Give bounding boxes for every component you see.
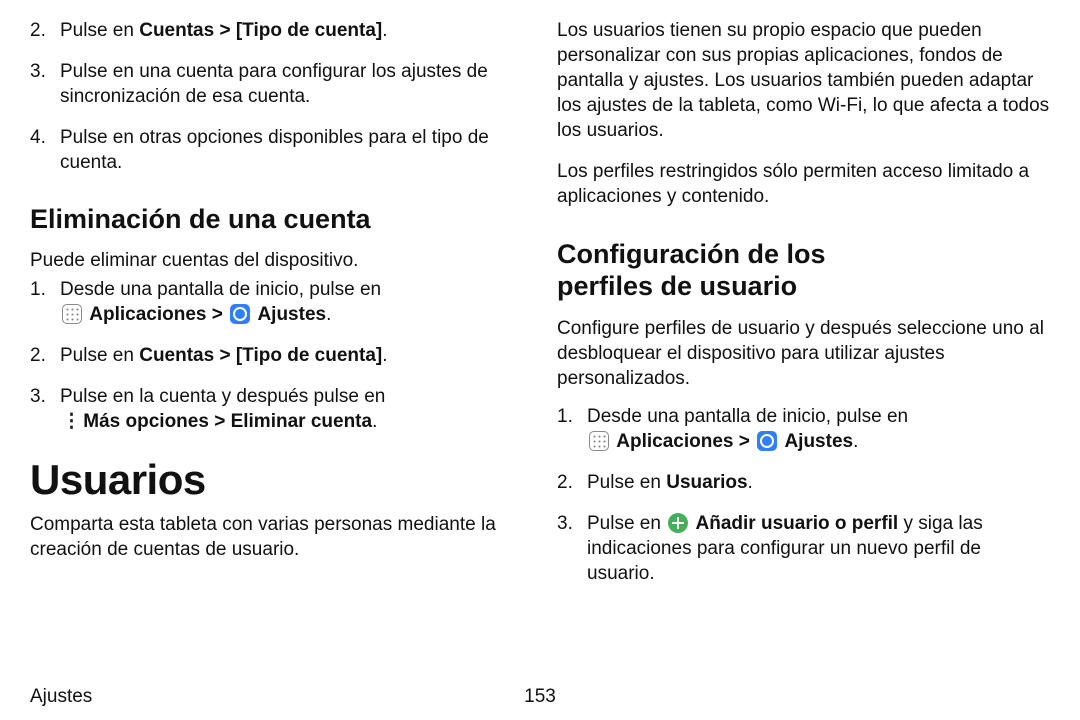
step-text: Desde una pantalla de inicio, pulse en A… xyxy=(60,277,381,327)
step-number: 4. xyxy=(30,125,60,175)
heading-user-profiles: Configuración de los perfiles de usuario xyxy=(557,238,1050,303)
two-column-layout: 2. Pulse en Cuentas > [Tipo de cuenta]. … xyxy=(30,18,1050,594)
step-text: Pulse en Cuentas > [Tipo de cuenta]. xyxy=(60,18,388,43)
right-column: Los usuarios tienen su propio espacio qu… xyxy=(557,18,1050,594)
list-item: 3. Pulse en la cuenta y después pulse en… xyxy=(30,384,523,434)
more-options-icon xyxy=(62,411,76,431)
intro-steps-continued: 2. Pulse en Cuentas > [Tipo de cuenta]. … xyxy=(30,18,523,175)
step-number: 3. xyxy=(557,511,587,586)
step-text: Pulse en Cuentas > [Tipo de cuenta]. xyxy=(60,343,388,368)
footer-page-number: 153 xyxy=(524,686,556,708)
list-item: 4. Pulse en otras opciones disponibles p… xyxy=(30,125,523,175)
footer-section-label: Ajustes xyxy=(30,686,92,708)
step-number: 1. xyxy=(30,277,60,327)
list-item: 2. Pulse en Usuarios. xyxy=(557,470,1050,495)
step-text: Pulse en Añadir usuario o perfil y siga … xyxy=(587,511,1050,586)
list-item: 3. Pulse en una cuenta para configurar l… xyxy=(30,59,523,109)
users-body-p1: Los usuarios tienen su propio espacio qu… xyxy=(557,18,1050,143)
profiles-steps: 1. Desde una pantalla de inicio, pulse e… xyxy=(557,404,1050,586)
list-item: 3. Pulse en Añadir usuario o perfil y si… xyxy=(557,511,1050,586)
remove-account-steps: 1. Desde una pantalla de inicio, pulse e… xyxy=(30,277,523,434)
users-body-p2: Los perfiles restringidos sólo permiten … xyxy=(557,159,1050,209)
step-number: 3. xyxy=(30,59,60,109)
list-item: 2. Pulse en Cuentas > [Tipo de cuenta]. xyxy=(30,18,523,43)
remove-intro-text: Puede eliminar cuentas del dispositivo. xyxy=(30,248,523,273)
step-text: Pulse en otras opciones disponibles para… xyxy=(60,125,523,175)
step-text: Pulse en la cuenta y después pulse en Má… xyxy=(60,384,385,434)
list-item: 2. Pulse en Cuentas > [Tipo de cuenta]. xyxy=(30,343,523,368)
manual-page: 2. Pulse en Cuentas > [Tipo de cuenta]. … xyxy=(0,0,1080,720)
page-footer: Ajustes 153 xyxy=(30,686,1050,708)
step-number: 2. xyxy=(557,470,587,495)
apps-icon xyxy=(589,431,609,451)
step-number: 2. xyxy=(30,18,60,43)
step-number: 2. xyxy=(30,343,60,368)
step-text: Pulse en una cuenta para configurar los … xyxy=(60,59,523,109)
step-text: Desde una pantalla de inicio, pulse en A… xyxy=(587,404,908,454)
step-number: 1. xyxy=(557,404,587,454)
list-item: 1. Desde una pantalla de inicio, pulse e… xyxy=(30,277,523,327)
gear-icon xyxy=(230,304,250,324)
profiles-intro-text: Configure perfiles de usuario y después … xyxy=(557,316,1050,391)
step-text: Pulse en Usuarios. xyxy=(587,470,753,495)
heading-remove-account: Eliminación de una cuenta xyxy=(30,203,523,235)
users-intro-text: Comparta esta tableta con varias persona… xyxy=(30,512,523,562)
list-item: 1. Desde una pantalla de inicio, pulse e… xyxy=(557,404,1050,454)
gear-icon xyxy=(757,431,777,451)
left-column: 2. Pulse en Cuentas > [Tipo de cuenta]. … xyxy=(30,18,523,594)
plus-icon xyxy=(668,513,688,533)
step-number: 3. xyxy=(30,384,60,434)
apps-icon xyxy=(62,304,82,324)
heading-users: Usuarios xyxy=(30,458,523,502)
